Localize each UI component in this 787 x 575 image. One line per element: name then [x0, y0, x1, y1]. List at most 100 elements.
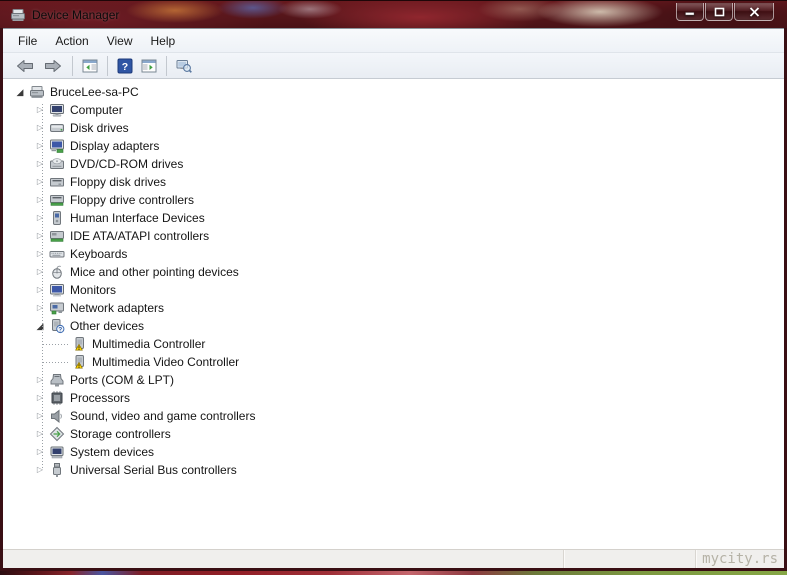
tree-item[interactable]: Multimedia Video Controller	[3, 353, 784, 371]
system-device-icon	[49, 444, 65, 460]
device-manager-icon	[10, 7, 26, 23]
tree-item[interactable]: ▷ Storage controllers	[3, 425, 784, 443]
show-action-pane-button[interactable]	[137, 55, 161, 77]
expander-icon[interactable]: ▷	[33, 137, 47, 155]
floppy-drive-icon	[49, 174, 65, 190]
menu-file[interactable]: File	[9, 31, 46, 51]
tree-item-label: Network adapters	[70, 301, 165, 315]
minimize-button[interactable]	[676, 3, 704, 21]
tree-item-label: Universal Serial Bus controllers	[70, 463, 237, 477]
expander-icon[interactable]: ▷	[33, 209, 47, 227]
expander-icon[interactable]: ▷	[33, 461, 47, 479]
maximize-icon	[714, 7, 724, 16]
tree-item[interactable]: ▷ Mice and other pointing devices	[3, 263, 784, 281]
tree-item-label: Human Interface Devices	[70, 211, 205, 225]
action-pane-icon	[141, 58, 157, 74]
tree-item-label: Multimedia Controller	[92, 337, 206, 351]
back-icon	[15, 58, 35, 74]
tree-item[interactable]: ▷ Human Interface Devices	[3, 209, 784, 227]
show-console-tree-button[interactable]	[78, 55, 102, 77]
tree-item[interactable]: ▷ DVD/CD-ROM drives	[3, 155, 784, 173]
tree-item[interactable]: ▷ Sound, video and game controllers	[3, 407, 784, 425]
tree-item[interactable]: ▷ Processors	[3, 389, 784, 407]
tree-item-label: Ports (COM & LPT)	[70, 373, 175, 387]
forward-button[interactable]	[39, 55, 67, 77]
tree-item[interactable]: ◢ BruceLee-sa-PC	[3, 83, 784, 101]
network-adapter-icon	[49, 300, 65, 316]
usb-controller-icon	[49, 462, 65, 478]
tree-item[interactable]: Multimedia Controller	[3, 335, 784, 353]
console-tree-icon	[82, 58, 98, 74]
scan-for-hardware-changes-button[interactable]	[172, 55, 196, 77]
tree-item[interactable]: ▷ Floppy disk drives	[3, 173, 784, 191]
desktop-background: Device Manager File Action View Help ◢ B…	[0, 0, 787, 575]
menu-view[interactable]: View	[98, 31, 142, 51]
tree-item[interactable]: ▷ Monitors	[3, 281, 784, 299]
keyboard-icon	[49, 246, 65, 262]
menubar: File Action View Help	[3, 29, 784, 53]
floppy-controller-icon	[49, 192, 65, 208]
expander-icon[interactable]: ▷	[33, 155, 47, 173]
tree-item[interactable]: ▷ Keyboards	[3, 245, 784, 263]
expander-icon[interactable]: ◢	[33, 317, 47, 335]
tree-item[interactable]: ◢ Other devices	[3, 317, 784, 335]
computer-icon	[49, 102, 65, 118]
tree-connector	[43, 353, 69, 371]
tree-item[interactable]: ▷ IDE ATA/ATAPI controllers	[3, 227, 784, 245]
expander-icon[interactable]: ▷	[33, 425, 47, 443]
expander-icon[interactable]: ◢	[13, 83, 27, 101]
tree-item-label: Multimedia Video Controller	[92, 355, 240, 369]
tree-item[interactable]: ▷ Ports (COM & LPT)	[3, 371, 784, 389]
tree-item-label: IDE ATA/ATAPI controllers	[70, 229, 210, 243]
toolbar	[3, 53, 784, 79]
expander-icon[interactable]: ▷	[33, 281, 47, 299]
expander-icon[interactable]: ▷	[33, 191, 47, 209]
menu-action[interactable]: Action	[46, 31, 97, 51]
help-icon	[117, 58, 133, 74]
tree-item-label: Other devices	[70, 319, 145, 333]
device-tree: ◢ BruceLee-sa-PC ▷ Computer ▷ Disk drive…	[3, 79, 784, 549]
tree-item[interactable]: ▷ Universal Serial Bus controllers	[3, 461, 784, 479]
tree-item[interactable]: ▷ Display adapters	[3, 137, 784, 155]
expander-icon[interactable]: ▷	[33, 245, 47, 263]
tree-item[interactable]: ▷ Network adapters	[3, 299, 784, 317]
expander-icon[interactable]: ▷	[33, 389, 47, 407]
display-adapter-icon	[49, 138, 65, 154]
expander-icon[interactable]: ▷	[33, 443, 47, 461]
forward-icon	[43, 58, 63, 74]
cd-drive-icon	[49, 156, 65, 172]
toolbar-separator	[72, 55, 73, 76]
expander-icon[interactable]: ▷	[33, 173, 47, 191]
statusbar: mycity.rs	[3, 549, 784, 568]
expander-icon[interactable]: ▷	[33, 101, 47, 119]
tree-item-label: Floppy disk drives	[70, 175, 167, 189]
expander-icon[interactable]: ▷	[33, 227, 47, 245]
tree-item-label: Storage controllers	[70, 427, 171, 441]
minimize-icon	[685, 12, 695, 16]
back-button[interactable]	[11, 55, 39, 77]
tree-item[interactable]: ▷ Floppy drive controllers	[3, 191, 784, 209]
tree-item-label: Processors	[70, 391, 131, 405]
menu-help[interactable]: Help	[142, 31, 185, 51]
tree-item-label: BruceLee-sa-PC	[50, 85, 139, 99]
tree-item[interactable]: ▷ Computer	[3, 101, 784, 119]
expander-icon[interactable]: ▷	[33, 119, 47, 137]
tree-item[interactable]: ▷ System devices	[3, 443, 784, 461]
tree-item[interactable]: ▷ Disk drives	[3, 119, 784, 137]
close-button[interactable]	[734, 3, 774, 21]
tree-item-label: Disk drives	[70, 121, 129, 135]
mouse-icon	[49, 264, 65, 280]
expander-icon[interactable]: ▷	[33, 371, 47, 389]
client-area: File Action View Help ◢ BruceLee-sa-PC ▷…	[3, 28, 784, 568]
tree-item-label: Computer	[70, 103, 123, 117]
tree-connector	[43, 335, 69, 353]
maximize-button[interactable]	[705, 3, 733, 21]
help-button[interactable]	[113, 55, 137, 77]
expander-icon[interactable]: ▷	[33, 299, 47, 317]
expander-icon[interactable]: ▷	[33, 263, 47, 281]
warning-device-icon	[71, 354, 87, 370]
titlebar[interactable]: Device Manager	[0, 0, 787, 28]
statusbar-separator	[563, 550, 564, 568]
tree-item-label: Floppy drive controllers	[70, 193, 195, 207]
expander-icon[interactable]: ▷	[33, 407, 47, 425]
